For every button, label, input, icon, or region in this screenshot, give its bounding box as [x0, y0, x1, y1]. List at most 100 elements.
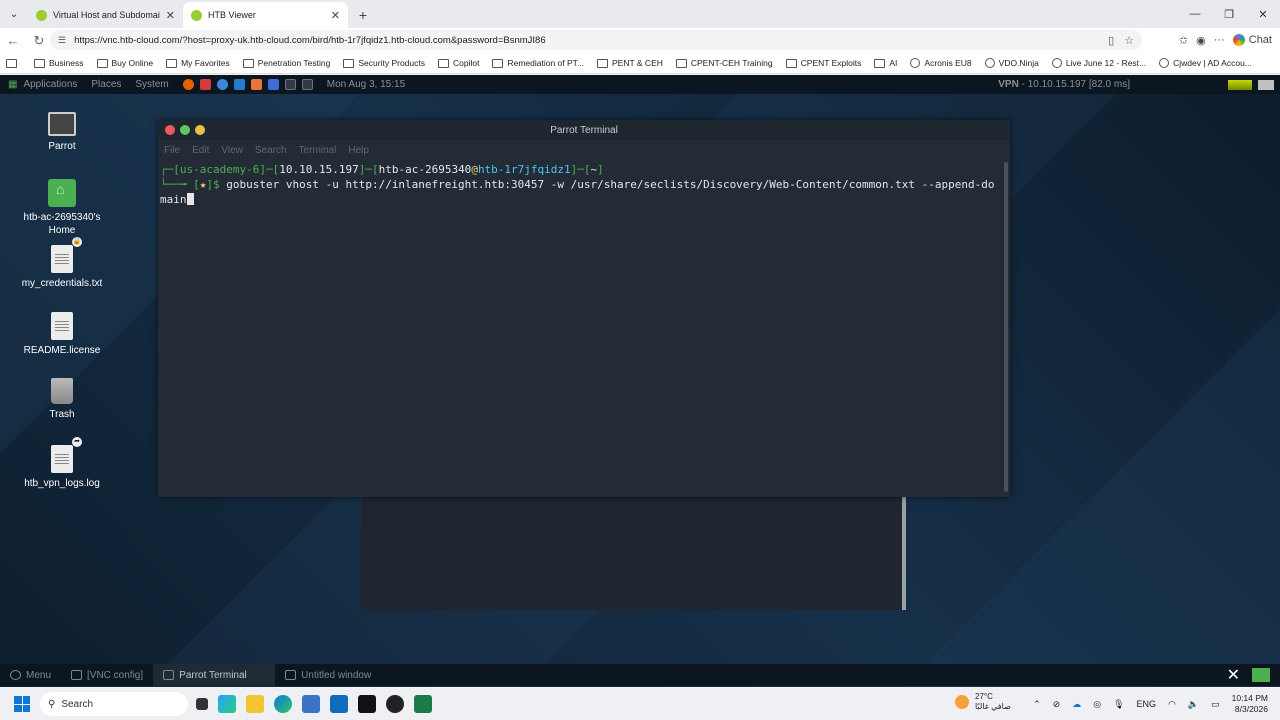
security-icon[interactable]: ◎ [1093, 699, 1101, 710]
bookmark-item[interactable]: VDO.Ninja [984, 58, 1039, 68]
new-tab-button[interactable]: + [352, 4, 374, 26]
tab-title: Virtual Host and Subdomain Fuzzin [53, 10, 160, 20]
close-tab-icon[interactable]: ✕ [331, 9, 340, 22]
panel-untitled-window[interactable]: Untitled window [275, 664, 381, 686]
bookmark-item[interactable]: Acronis EU8 [910, 58, 972, 68]
more-icon[interactable]: ··· [1214, 34, 1225, 46]
menu-file[interactable]: File [164, 145, 180, 156]
vscode-icon[interactable] [233, 79, 245, 90]
bookmark-item[interactable]: My Favorites [166, 58, 230, 68]
desktop-icon-parrot[interactable]: Parrot [17, 112, 107, 154]
menu-search[interactable]: Search [255, 145, 287, 156]
terminal-titlebar[interactable]: Parrot Terminal [158, 120, 1010, 140]
menu-system[interactable]: System [135, 79, 168, 90]
bookmark-item[interactable]: Live June 12 - Rest... [1051, 58, 1146, 68]
favorites-icon[interactable]: ✩ [1179, 34, 1188, 47]
menu-edit[interactable]: Edit [192, 145, 209, 156]
terminal-scrollbar[interactable] [1004, 162, 1008, 492]
desktop-icon-vpn-logs[interactable]: ➦ htb_vpn_logs.log [17, 437, 107, 491]
tab-actions-icon[interactable]: ⌄ [2, 2, 26, 26]
menu-applications[interactable]: Applications [23, 79, 77, 90]
desktop-icon-credentials[interactable]: 🔒 my_credentials.txt [17, 237, 107, 291]
panel-parrot-terminal[interactable]: Parrot Terminal [153, 664, 276, 686]
taskbar-date: 8/3/2026 [1234, 704, 1268, 714]
netflix-icon[interactable] [358, 695, 376, 713]
close-tab-icon[interactable]: ✕ [166, 9, 175, 22]
bookmark-item[interactable]: Remediation of PT... [492, 58, 584, 68]
bookmark-item[interactable]: Security Products [343, 58, 425, 68]
show-hidden-icons-icon[interactable]: ⌃ [1033, 699, 1041, 710]
battery-icon[interactable]: ▭ [1211, 699, 1220, 710]
desktop-icon-trash[interactable]: Trash [17, 378, 107, 422]
bookmark-item[interactable]: CPENT-CEH Training [675, 58, 773, 68]
url-field[interactable]: ☰ https://vnc.htb-cloud.com/?host=proxy-… [50, 30, 1142, 50]
terminal-icon[interactable] [284, 79, 296, 90]
excel-icon[interactable] [414, 695, 432, 713]
bookmark-item[interactable]: Copilot [438, 58, 479, 68]
bookmark-item[interactable]: CPENT Exploits [785, 58, 861, 68]
wifi-icon[interactable]: ◠ [1168, 699, 1176, 710]
files-icon[interactable] [199, 79, 211, 90]
bookmark-item[interactable]: Penetration Testing [242, 58, 330, 68]
close-dot-icon[interactable] [165, 125, 175, 135]
menu-places[interactable]: Places [91, 79, 121, 90]
burp-icon[interactable] [250, 79, 262, 90]
chatgpt-icon[interactable] [386, 695, 404, 713]
close-icon[interactable]: ✕ [1227, 665, 1240, 685]
bookmark-item[interactable]: Buy Online [96, 58, 153, 68]
terminal-window[interactable]: Parrot Terminal File Edit View Search Te… [158, 120, 1010, 497]
onedrive-icon[interactable]: ☁ [1072, 699, 1081, 710]
browser-icon[interactable] [216, 79, 228, 90]
task-view-icon[interactable] [196, 698, 208, 710]
bookmark-item[interactable]: PENT & CEH [597, 58, 663, 68]
maximize-icon[interactable]: ❐ [1212, 0, 1246, 28]
desktop-icon-readme[interactable]: README.license [17, 312, 107, 358]
tab-htb-viewer[interactable]: HTB Viewer ✕ [183, 2, 348, 28]
bookmark-bar-icon[interactable] [6, 58, 21, 68]
close-window-icon[interactable]: ✕ [1246, 0, 1280, 28]
back-icon[interactable]: ← [0, 30, 26, 52]
meet-now-icon[interactable]: ⊘ [1053, 699, 1061, 710]
desktop-icon-label: htb_vpn_logs.log [24, 478, 100, 489]
apps-grid-icon[interactable]: ▦ [8, 79, 17, 90]
weather-widget[interactable]: 27°C صافي غالبًا [955, 692, 1011, 712]
language-indicator[interactable]: ENG [1137, 699, 1157, 709]
bookmark-item[interactable]: AI [874, 58, 897, 68]
file-explorer-icon[interactable] [246, 695, 264, 713]
store-icon[interactable] [302, 695, 320, 713]
copilot-chat-button[interactable]: Chat [1232, 34, 1272, 46]
read-mode-icon[interactable]: ▯ [1108, 34, 1114, 47]
panel-vnc-config[interactable]: [VNC config] [61, 664, 153, 686]
monitor-icon[interactable] [301, 79, 313, 90]
firefox-icon[interactable] [182, 79, 194, 90]
panel-menu[interactable]: Menu [0, 664, 61, 686]
desktop-icon-home[interactable]: htb-ac-2695340's Home [17, 179, 107, 237]
copilot-app-icon[interactable] [218, 695, 236, 713]
minimize-dot-icon[interactable] [180, 125, 190, 135]
terminal-output[interactable]: ┌─[us-academy-6]─[10.10.15.197]─[htb-ac-… [158, 160, 1010, 207]
bookmark-item[interactable]: Cjwdev | AD Accou... [1159, 58, 1252, 68]
volume-icon[interactable]: 🔈 [1188, 699, 1199, 710]
outlook-icon[interactable] [330, 695, 348, 713]
maximize-dot-icon[interactable] [195, 125, 205, 135]
site-info-icon[interactable]: ☰ [58, 35, 66, 46]
tab-vhost-fuzzing[interactable]: Virtual Host and Subdomain Fuzzin ✕ [28, 2, 183, 28]
microphone-icon[interactable]: 🎙 [1113, 699, 1124, 710]
profile-icon[interactable]: ◉ [1196, 34, 1206, 47]
workspace-icon[interactable] [1252, 668, 1270, 682]
taskbar-search[interactable]: ⚲ Search [40, 692, 188, 716]
untitled-window[interactable] [361, 497, 906, 610]
reload-icon[interactable]: ↻ [26, 30, 52, 52]
taskbar-clock[interactable]: 10:14 PM 8/3/2026 [1232, 693, 1268, 715]
minimize-icon[interactable]: — [1178, 0, 1212, 28]
start-icon[interactable] [14, 696, 30, 712]
panel-clock[interactable]: Mon Aug 3, 15:15 [327, 79, 405, 90]
menu-terminal[interactable]: Terminal [299, 145, 337, 156]
favorite-star-icon[interactable]: ☆ [1124, 34, 1134, 47]
menu-view[interactable]: View [221, 145, 243, 156]
menu-help[interactable]: Help [348, 145, 369, 156]
text-editor-icon[interactable] [267, 79, 279, 90]
edge-icon[interactable] [274, 695, 292, 713]
bookmark-item[interactable]: Business [34, 58, 84, 68]
vnc-desktop[interactable]: ▦ Applications Places System Mon Aug 3, … [0, 75, 1280, 687]
